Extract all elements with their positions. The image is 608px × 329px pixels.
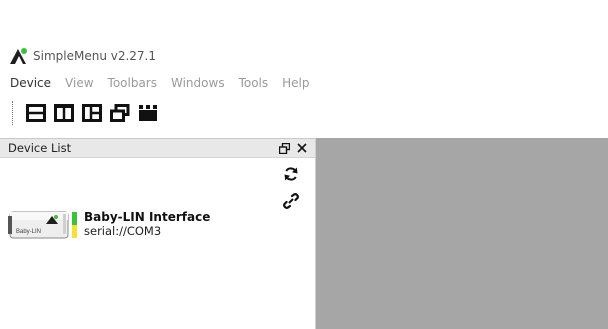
refresh-icon[interactable] xyxy=(283,166,299,182)
svg-text:Baby-LIN: Baby-LIN xyxy=(16,229,41,235)
app-title: SimpleMenu v2.27.1 xyxy=(33,49,157,63)
menu-help[interactable]: Help xyxy=(282,76,309,90)
device-address: serial://COM3 xyxy=(84,224,162,238)
layout-grid-button[interactable] xyxy=(81,102,103,124)
menu-tools[interactable]: Tools xyxy=(239,76,269,90)
layout-horizontal-split-button[interactable] xyxy=(25,102,47,124)
menu-toolbars[interactable]: Toolbars xyxy=(108,76,157,90)
layout-vertical-split-button[interactable] xyxy=(53,102,75,124)
menu-device[interactable]: Device xyxy=(10,76,51,90)
toolbar xyxy=(0,98,608,128)
layout-tabbed-icon xyxy=(139,105,157,121)
device-list-panel: Device List Baby-LIN Baby-LIN Interface … xyxy=(0,138,316,329)
layout-float-button[interactable] xyxy=(109,102,131,124)
undock-icon[interactable] xyxy=(277,141,291,155)
device-list-item[interactable]: Baby-LIN Baby-LIN Interface serial://COM… xyxy=(8,206,210,242)
close-icon[interactable] xyxy=(295,141,309,155)
toolbar-grip[interactable] xyxy=(12,101,15,125)
workspace-area xyxy=(316,138,608,329)
layout-horizontal-split-icon xyxy=(26,104,46,122)
device-list-title: Device List xyxy=(8,141,72,155)
baby-lin-device-image: Baby-LIN xyxy=(8,211,77,239)
layout-grid-icon xyxy=(82,104,102,122)
menu-bar: Device View Toolbars Windows Tools Help xyxy=(0,72,608,94)
layout-tabbed-button[interactable] xyxy=(137,102,159,124)
menu-windows[interactable]: Windows xyxy=(171,76,225,90)
device-list-header: Device List xyxy=(0,138,315,158)
device-actions xyxy=(283,166,299,220)
layout-float-icon xyxy=(110,104,130,122)
menu-view[interactable]: View xyxy=(65,76,93,90)
layout-vertical-split-icon xyxy=(54,104,74,122)
title-bar: SimpleMenu v2.27.1 xyxy=(0,44,608,68)
device-name: Baby-LIN Interface xyxy=(84,210,211,224)
link-icon[interactable] xyxy=(283,193,299,209)
babylin-logo-icon xyxy=(10,48,27,64)
